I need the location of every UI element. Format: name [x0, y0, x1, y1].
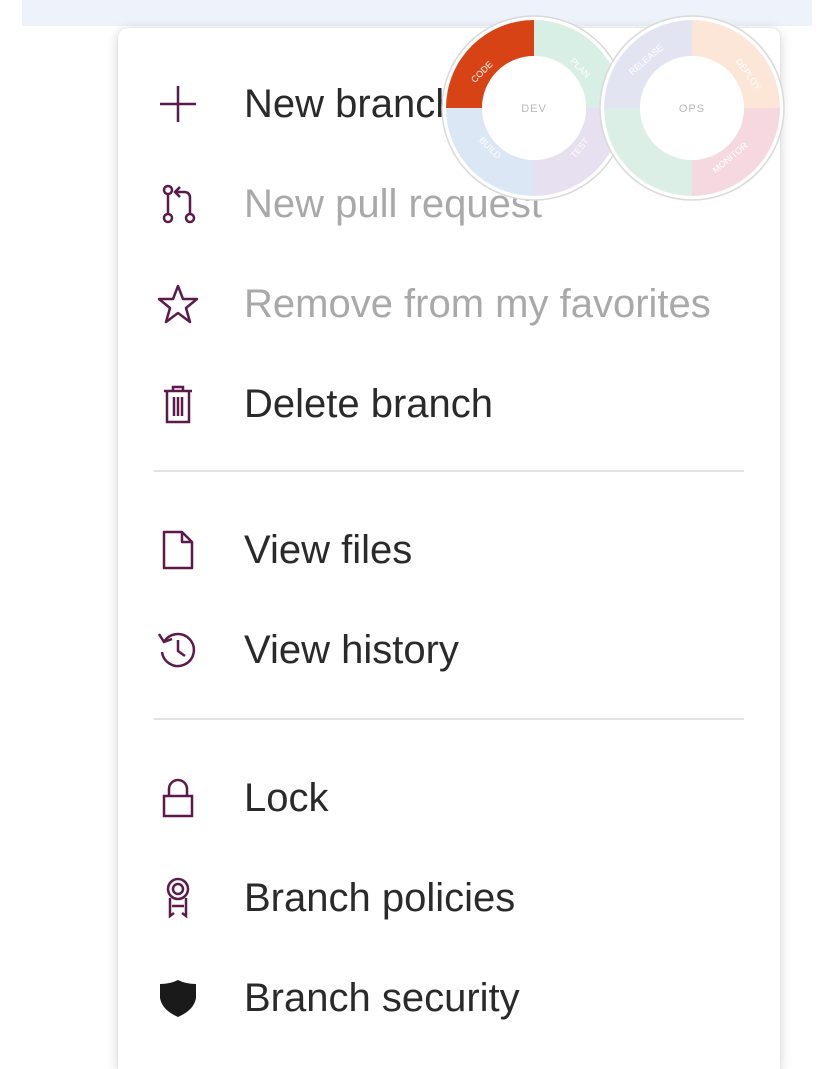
trash-icon: [154, 380, 202, 428]
menu-item-label: View files: [244, 528, 413, 572]
menu-divider: [154, 470, 744, 472]
menu-item-branch-policies[interactable]: Branch policies: [118, 856, 780, 940]
menu-item-label: New branch: [244, 82, 458, 126]
menu-item-label: Delete branch: [244, 382, 494, 426]
pull-request-icon: [154, 180, 202, 228]
menu-item-label: View history: [244, 628, 459, 672]
plus-icon: [154, 80, 202, 128]
menu-item-delete-branch[interactable]: Delete branch: [118, 362, 780, 446]
history-icon: [154, 626, 202, 674]
policy-badge-icon: [154, 874, 202, 922]
menu-item-label: Lock: [244, 776, 329, 820]
menu-item-remove-favorites[interactable]: Remove from my favorites: [118, 262, 780, 346]
menu-item-lock[interactable]: Lock: [118, 756, 780, 840]
shield-icon: [154, 974, 202, 1022]
menu-item-branch-security[interactable]: Branch security: [118, 956, 780, 1040]
menu-item-label: Branch policies: [244, 876, 516, 920]
file-icon: [154, 526, 202, 574]
logo-center-ops: OPS: [679, 103, 705, 115]
menu-item-view-files[interactable]: View files: [118, 508, 780, 592]
star-icon: [154, 280, 202, 328]
menu-item-label: Remove from my favorites: [244, 282, 711, 326]
menu-item-label: Branch security: [244, 976, 520, 1020]
logo-center-dev: DEV: [521, 103, 547, 115]
menu-item-view-history[interactable]: View history: [118, 608, 780, 692]
lock-icon: [154, 774, 202, 822]
menu-divider: [154, 718, 744, 720]
devops-lifecycle-logo: CODE PLAN BUILD TEST RELEASE DEPLOY MONI…: [441, 15, 785, 201]
